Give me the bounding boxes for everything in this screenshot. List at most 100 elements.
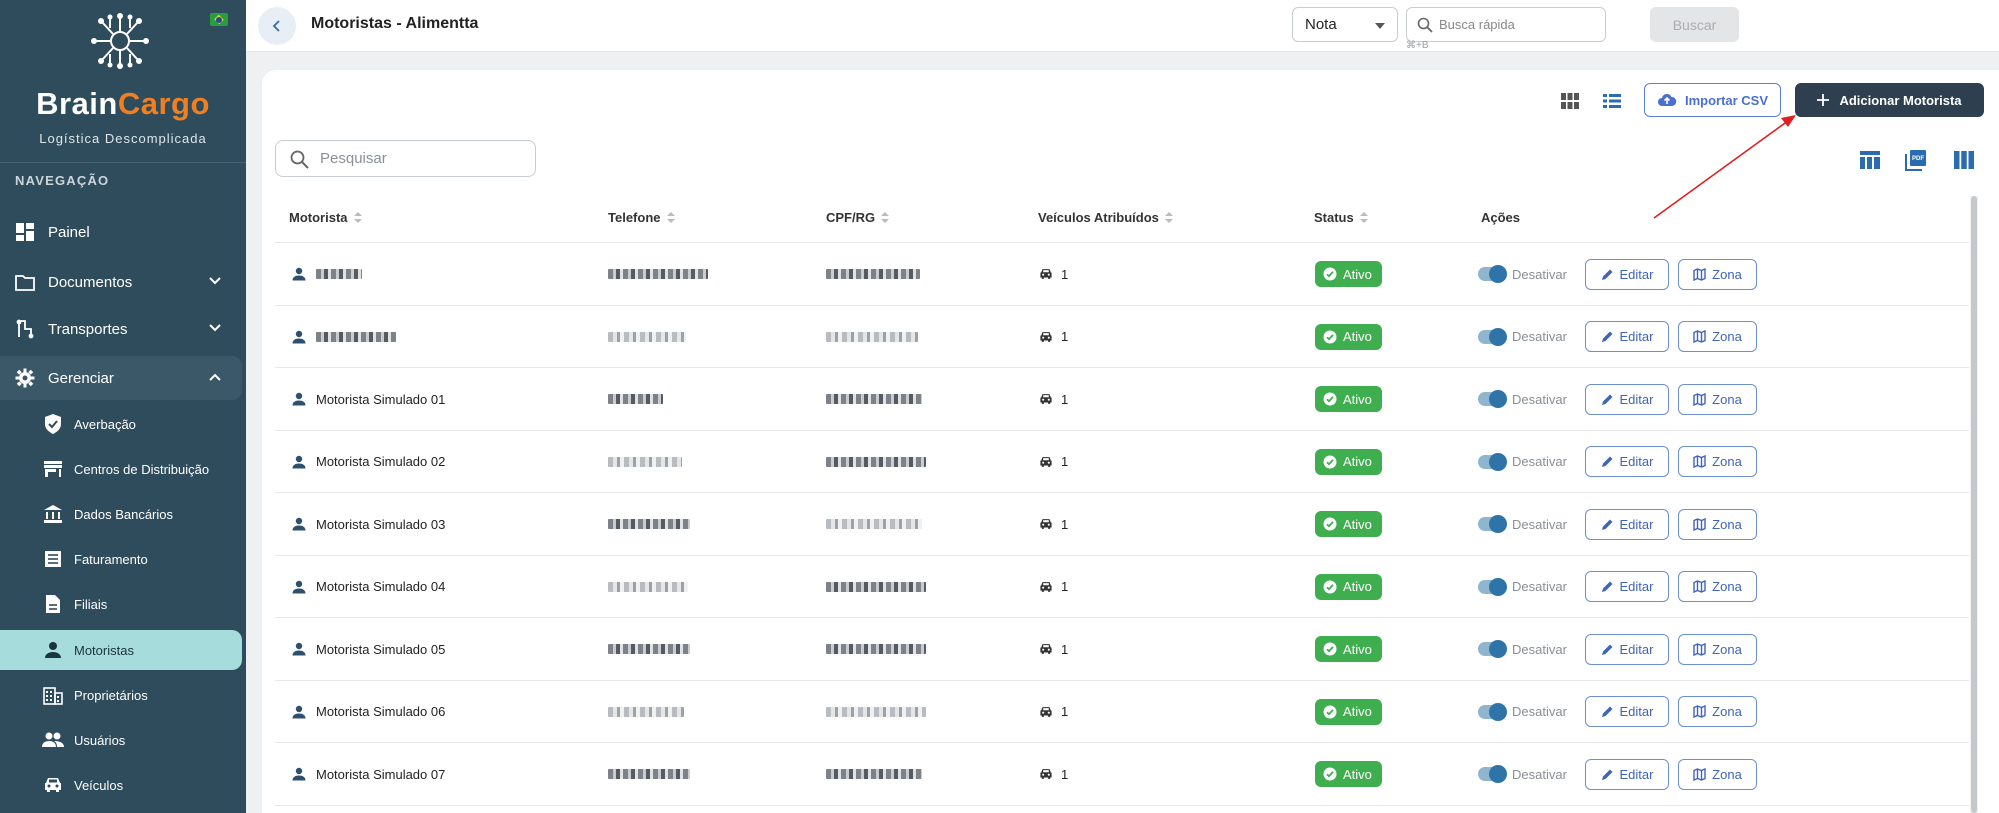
search-button[interactable]: Buscar [1650, 7, 1739, 42]
car-icon [1040, 769, 1052, 779]
sort-icon [881, 211, 890, 224]
grid-view-icon[interactable] [1560, 91, 1580, 111]
deactivate-cell[interactable]: Desativar [1478, 431, 1567, 493]
person-icon [292, 267, 306, 281]
vehicle-count: 1 [1061, 454, 1069, 469]
column-header-telefone[interactable]: Telefone [608, 210, 675, 225]
folder-icon [14, 271, 36, 293]
active-toggle[interactable] [1478, 640, 1507, 658]
nav-item-transportes[interactable]: Transportes [0, 307, 242, 351]
phone-cell [608, 493, 690, 555]
status-cell: Ativo [1315, 431, 1382, 493]
edit-button[interactable]: Editar [1585, 508, 1669, 540]
check-circle-icon [1323, 455, 1337, 468]
sidebar-item-faturamento[interactable]: Faturamento [0, 539, 242, 579]
zone-button[interactable]: Zona [1678, 446, 1757, 477]
quick-search-input[interactable]: Busca rápida [1406, 7, 1606, 42]
back-button[interactable] [258, 7, 296, 45]
edit-button[interactable]: Editar [1585, 383, 1669, 415]
zone-button[interactable]: Zona [1678, 758, 1757, 790]
sidebar-item-dados-bancarios[interactable]: Dados Bancários [0, 494, 242, 534]
check-circle-icon [1323, 392, 1337, 406]
deactivate-cell[interactable]: Desativar [1478, 368, 1567, 430]
deactivate-cell[interactable]: Desativar [1478, 618, 1567, 680]
list-view-icon[interactable] [1602, 91, 1622, 111]
drivers-table: Motorista Telefone CPF/RG Veículos Atrib… [275, 193, 1969, 806]
car-icon [1040, 456, 1052, 467]
sidebar-item-proprietarios[interactable]: Proprietários [0, 675, 242, 715]
column-header-veiculos[interactable]: Veículos Atribuídos [1038, 210, 1173, 225]
add-driver-button[interactable]: Adicionar Motorista [1795, 83, 1984, 117]
edit-button[interactable]: Editar [1585, 321, 1669, 352]
zone-label: Zona [1712, 641, 1742, 657]
brazil-flag-icon[interactable] [210, 13, 228, 26]
zone-button[interactable]: Zona [1678, 383, 1757, 415]
person-icon [42, 639, 64, 661]
active-toggle[interactable] [1478, 702, 1507, 721]
edit-button[interactable]: Editar [1585, 696, 1669, 727]
zone-button[interactable]: Zona [1678, 258, 1757, 290]
edit-label: Editar [1619, 704, 1654, 719]
status-badge: Ativo [1315, 636, 1382, 662]
redacted-phone [608, 644, 690, 654]
edit-button[interactable]: Editar [1585, 571, 1669, 602]
columns-icon[interactable] [1952, 148, 1976, 172]
status-badge: Ativo [1315, 573, 1382, 600]
column-header-cpf[interactable]: CPF/RG [826, 210, 890, 225]
status-badge: Ativo [1315, 511, 1382, 537]
phone-cell [608, 306, 686, 368]
store-icon [42, 458, 64, 480]
deactivate-cell[interactable]: Desativar [1478, 493, 1567, 555]
table-search-input[interactable]: Pesquisar [275, 140, 536, 177]
active-toggle[interactable] [1478, 265, 1507, 283]
edit-button[interactable]: Editar [1585, 258, 1669, 290]
nav-item-gerenciar[interactable]: Gerenciar [0, 356, 242, 400]
active-toggle[interactable] [1478, 327, 1507, 346]
status-label: Ativo [1343, 454, 1372, 469]
active-toggle[interactable] [1478, 390, 1507, 408]
sidebar-item-veiculos[interactable]: Veículos [0, 765, 242, 805]
active-toggle[interactable] [1478, 765, 1507, 783]
table-layout-icon[interactable] [1858, 148, 1882, 172]
nav-item-documentos[interactable]: Documentos [0, 260, 242, 304]
status-cell: Ativo [1315, 556, 1382, 618]
edit-button[interactable]: Editar [1585, 446, 1669, 477]
search-type-select[interactable]: Nota [1292, 7, 1398, 42]
pencil-icon [1601, 394, 1613, 405]
deactivate-cell[interactable]: Desativar [1478, 556, 1567, 618]
sort-icon [1164, 211, 1173, 224]
zone-button[interactable]: Zona [1678, 508, 1757, 540]
sidebar-item-filiais[interactable]: Filiais [0, 584, 242, 624]
deactivate-cell[interactable]: Desativar [1478, 743, 1567, 805]
table-scrollbar[interactable] [1970, 196, 1978, 813]
edit-button[interactable]: Editar [1585, 758, 1669, 790]
pdf-export-icon[interactable]: PDF [1904, 148, 1928, 172]
status-label: Ativo [1343, 579, 1372, 594]
edit-button[interactable]: Editar [1585, 633, 1669, 665]
deactivate-cell[interactable]: Desativar [1478, 681, 1567, 743]
active-toggle[interactable] [1478, 515, 1507, 533]
table-search-placeholder: Pesquisar [320, 150, 387, 167]
sidebar-item-usuarios[interactable]: Usuários [0, 720, 242, 760]
brain-circuit-icon [91, 13, 149, 69]
deactivate-cell[interactable]: Desativar [1478, 306, 1567, 368]
edit-label: Editar [1619, 391, 1654, 407]
active-toggle[interactable] [1478, 577, 1507, 596]
deactivate-cell[interactable]: Desativar [1478, 243, 1567, 305]
column-header-status[interactable]: Status [1314, 210, 1368, 225]
driver-name: Motorista Simulado 03 [316, 516, 446, 532]
column-header-motorista[interactable]: Motorista [289, 210, 362, 225]
zone-button[interactable]: Zona [1678, 321, 1757, 352]
zone-button[interactable]: Zona [1678, 571, 1757, 602]
redacted-cpf [826, 456, 926, 467]
sidebar-item-averbacao[interactable]: Averbação [0, 404, 242, 444]
sidebar-item-centros[interactable]: Centros de Distribuição [0, 449, 242, 489]
zone-label: Zona [1712, 579, 1742, 594]
edit-label: Editar [1619, 266, 1654, 282]
zone-button[interactable]: Zona [1678, 696, 1757, 727]
nav-item-painel[interactable]: Painel [0, 210, 242, 254]
table-row: 1 Ativo Desativar Editar Zona [275, 243, 1969, 306]
active-toggle[interactable] [1478, 452, 1507, 471]
zone-button[interactable]: Zona [1678, 633, 1757, 665]
sidebar-item-motoristas[interactable]: Motoristas [0, 630, 242, 670]
